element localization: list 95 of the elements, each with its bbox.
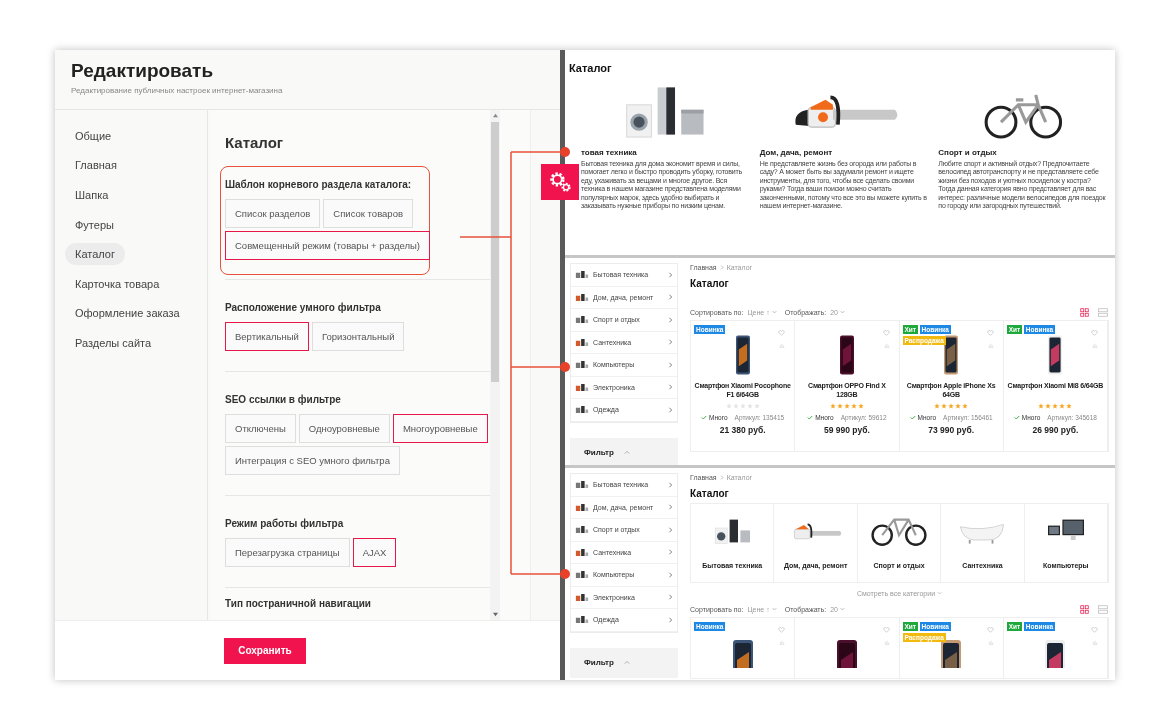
chevron-right-icon: [719, 265, 724, 270]
group-heading: Шаблон корневого раздела каталога:: [225, 179, 413, 190]
connector-dot: [560, 147, 570, 157]
heart-icon[interactable]: [882, 627, 890, 633]
chevron-down-icon: [771, 607, 777, 611]
sidebar-item[interactable]: Оформление заказа: [65, 302, 190, 325]
option-button[interactable]: Одноуровневые: [298, 414, 390, 443]
compare-icon[interactable]: [779, 343, 786, 348]
compare-icon[interactable]: [1092, 343, 1098, 348]
compare-icon[interactable]: [883, 343, 890, 348]
filter-panel[interactable]: Фильтр: [570, 647, 678, 678]
compare-icon[interactable]: [883, 640, 890, 645]
option-button[interactable]: Интеграция с SEO умного фильтра: [225, 446, 400, 475]
chevron-up-icon: [623, 660, 630, 665]
chevron-right-icon: [668, 271, 673, 278]
chevron-right-icon: [668, 384, 673, 391]
chevron-right-icon: [668, 361, 673, 368]
option-button[interactable]: Вертикальный: [225, 322, 309, 351]
option-button[interactable]: AJAX: [352, 538, 397, 567]
sidebar-item[interactable]: Общие: [65, 124, 122, 147]
chevron-down-icon: [839, 310, 845, 314]
page-title: Редактировать: [71, 60, 215, 82]
list-view-icon[interactable]: [1097, 307, 1109, 317]
settings-button[interactable]: [541, 164, 579, 200]
option-button[interactable]: Перезагрузка страницы: [225, 538, 350, 567]
connector-dot: [560, 362, 570, 372]
category-title[interactable]: Спорт и отдых: [938, 148, 1109, 157]
chevron-right-icon: [668, 481, 673, 488]
compare-icon[interactable]: [987, 343, 994, 348]
grid-view-icon[interactable]: [1080, 604, 1089, 614]
connector-dot: [560, 569, 570, 579]
category-title[interactable]: товая техника: [581, 148, 752, 157]
sidebar-item[interactable]: Главная: [65, 154, 127, 177]
option-button[interactable]: Горизонтальный: [311, 322, 405, 351]
chevron-up-icon: [623, 450, 630, 455]
product-price: 21 380 руб.: [719, 425, 766, 435]
compare-icon[interactable]: [1092, 640, 1098, 645]
group-heading: SEO ссылки в фильтре: [225, 394, 342, 405]
group-heading: Режим работы фильтра: [225, 518, 345, 529]
product-price: 59 990 руб.: [824, 425, 870, 435]
compare-icon[interactable]: [779, 640, 786, 645]
catalog-heading: Каталог: [690, 278, 730, 291]
category-title[interactable]: Дом, дача, ремонт: [759, 148, 931, 157]
option-button[interactable]: Список товаров: [323, 199, 413, 228]
grid-view-icon[interactable]: [1080, 307, 1089, 317]
option-button[interactable]: Список разделов: [225, 199, 321, 228]
sidebar-item[interactable]: Разделы сайта: [65, 331, 162, 354]
heart-icon[interactable]: [778, 627, 786, 633]
check-icon: [807, 415, 814, 420]
option-button[interactable]: Отключены: [225, 414, 296, 443]
list-view-icon[interactable]: [1097, 604, 1109, 614]
group-heading: Тип постраничной навигации: [225, 598, 372, 609]
chevron-right-icon: [668, 616, 673, 623]
chevron-right-icon: [668, 406, 673, 413]
scrollbar[interactable]: [490, 110, 500, 620]
compare-icon[interactable]: [987, 640, 994, 645]
heart-icon[interactable]: [778, 330, 786, 336]
heart-icon[interactable]: [986, 627, 994, 633]
chevron-right-icon: [668, 316, 673, 323]
check-icon: [1013, 415, 1020, 420]
check-icon: [701, 415, 708, 420]
heart-icon[interactable]: [1091, 627, 1098, 633]
scroll-down-icon[interactable]: [491, 612, 499, 617]
chevron-right-icon: [668, 571, 673, 578]
group-heading: Расположение умного фильтра: [225, 302, 382, 313]
sidebar-item[interactable]: Шапка: [65, 184, 119, 206]
filter-title: Фильтр: [584, 658, 614, 667]
chevron-right-icon: [668, 594, 673, 601]
catalog-heading: Каталог: [690, 488, 730, 501]
heart-icon[interactable]: [986, 330, 994, 336]
sidebar-item[interactable]: Каталог: [65, 243, 125, 266]
chevron-right-icon: [719, 475, 724, 480]
product-price: 73 990 руб.: [928, 425, 974, 435]
page-subtitle: Редактирование публичных настроек интернет-магазина: [71, 86, 284, 95]
section-title: Каталог: [225, 134, 285, 153]
save-button[interactable]: Сохранить: [224, 637, 306, 664]
scroll-up-icon[interactable]: [491, 113, 499, 118]
filter-title: Фильтр: [584, 448, 614, 457]
option-button[interactable]: Совмещенный режим (товары + разделы): [225, 231, 430, 260]
chevron-right-icon: [668, 504, 673, 511]
catalog-heading: Каталог: [569, 62, 613, 74]
check-icon: [909, 415, 916, 420]
filter-panel[interactable]: Фильтр: [570, 437, 678, 465]
chevron-right-icon: [668, 549, 673, 556]
chevron-right-icon: [668, 526, 673, 533]
sidebar-item[interactable]: Карточка товара: [65, 272, 170, 295]
chevron-down-icon: [771, 310, 777, 314]
chevron-right-icon: [668, 294, 673, 301]
heart-icon[interactable]: [1091, 330, 1098, 336]
option-button[interactable]: Многоуровневые: [392, 414, 488, 443]
chevron-right-icon: [668, 339, 673, 346]
product-price: 26 990 руб.: [1032, 425, 1079, 435]
sidebar-item[interactable]: Футеры: [65, 213, 124, 236]
heart-icon[interactable]: [882, 330, 890, 336]
chevron-down-icon: [839, 607, 845, 611]
